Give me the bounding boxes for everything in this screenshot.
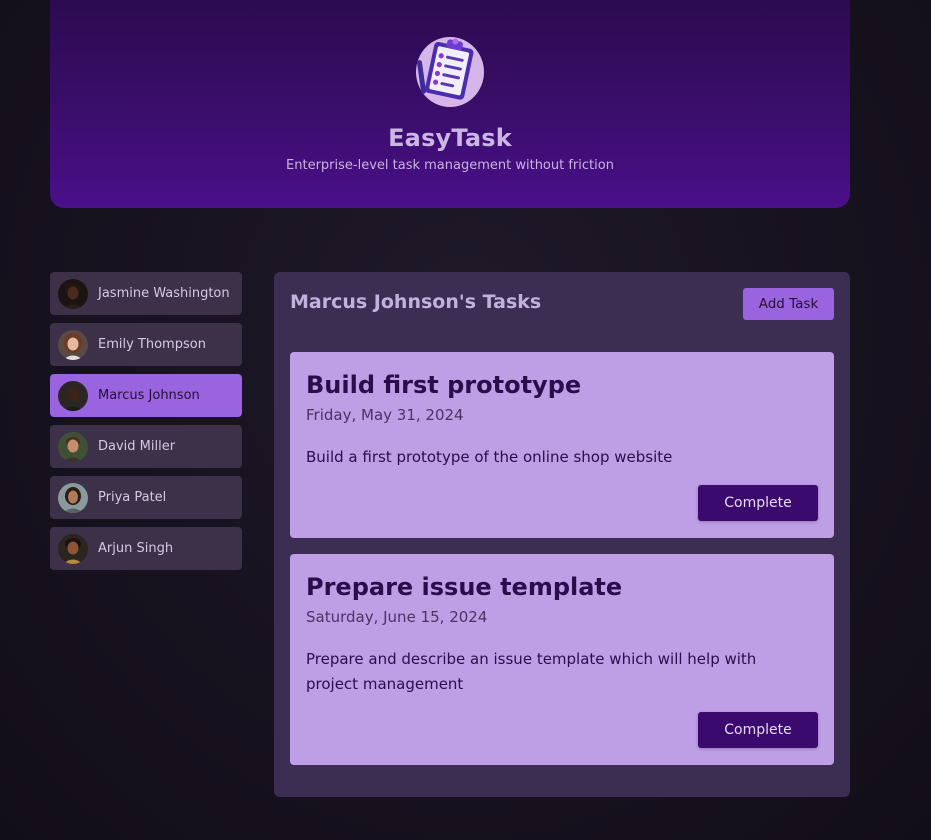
task-card: Prepare issue template Saturday, June 15… — [290, 554, 834, 765]
user-item-marcus-johnson[interactable]: Marcus Johnson — [50, 374, 242, 417]
task-description: Prepare and describe an issue template w… — [306, 650, 757, 693]
user-item-david-miller[interactable]: David Miller — [50, 425, 242, 468]
user-name: David Miller — [98, 439, 176, 454]
user-list: Jasmine Washington Emily Thompson Marcus… — [50, 272, 242, 578]
tasks-panel: Marcus Johnson's Tasks Add Task Build fi… — [274, 272, 850, 797]
app-subtitle: Enterprise-level task management without… — [286, 158, 614, 173]
complete-button[interactable]: Complete — [698, 485, 818, 521]
clipboard-checklist-icon — [416, 37, 484, 107]
avatar — [58, 278, 88, 309]
task-title: Build first prototype — [306, 371, 582, 399]
task-date: Saturday, June 15, 2024 — [306, 608, 488, 626]
avatar — [58, 329, 88, 360]
avatar — [58, 533, 88, 564]
add-task-button[interactable]: Add Task — [743, 288, 834, 320]
complete-button[interactable]: Complete — [698, 712, 818, 748]
user-item-jasmine-washington[interactable]: Jasmine Washington — [50, 272, 242, 315]
user-name: Jasmine Washington — [98, 286, 230, 301]
avatar — [58, 380, 88, 411]
avatar — [58, 431, 88, 462]
app-title: EasyTask — [388, 124, 512, 152]
task-card: Build first prototype Friday, May 31, 20… — [290, 352, 834, 538]
user-name: Arjun Singh — [98, 541, 174, 556]
user-item-emily-thompson[interactable]: Emily Thompson — [50, 323, 242, 366]
app-header: EasyTask Enterprise-level task managemen… — [50, 0, 850, 208]
user-item-priya-patel[interactable]: Priya Patel — [50, 476, 242, 519]
task-description: Build a first prototype of the online sh… — [306, 448, 673, 466]
user-item-arjun-singh[interactable]: Arjun Singh — [50, 527, 242, 570]
avatar — [58, 482, 88, 513]
user-name: Emily Thompson — [98, 337, 206, 352]
task-title: Prepare issue template — [306, 573, 623, 601]
user-name: Marcus Johnson — [98, 388, 200, 403]
user-name: Priya Patel — [98, 490, 167, 505]
task-date: Friday, May 31, 2024 — [306, 406, 464, 424]
tasks-panel-title: Marcus Johnson's Tasks — [290, 291, 542, 313]
